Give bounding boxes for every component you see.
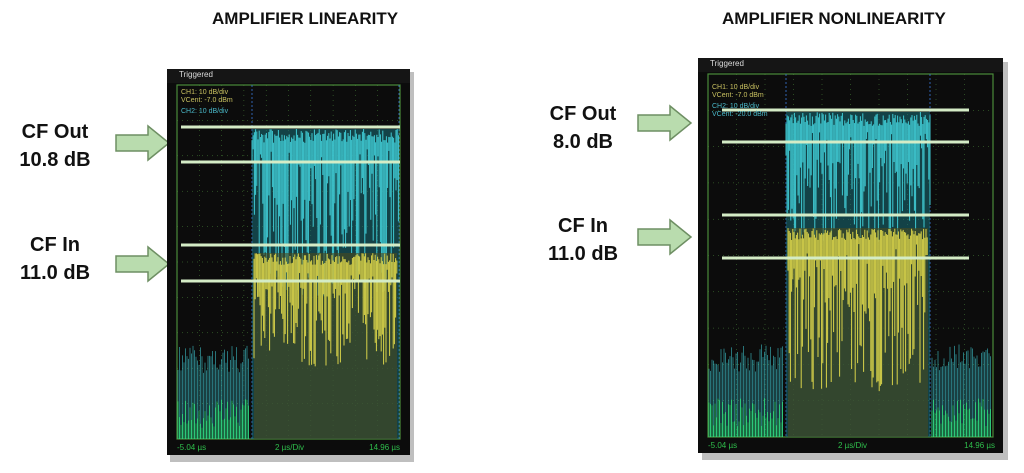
- x-end: 14.96 µs: [964, 441, 995, 450]
- right-cf-out-label-group: CF Out 8.0 dB: [528, 100, 638, 156]
- ch1-scale: CH1: 10 dB/div: [712, 84, 760, 91]
- cf-out-value: 10.8 dB: [19, 149, 91, 171]
- cf-out-label: CF Out: [21, 121, 89, 143]
- left-cf-in-arrow-icon: [115, 245, 171, 283]
- cf-in-label: CF In: [558, 215, 608, 237]
- cf-in-value: 11.0 dB: [547, 243, 619, 265]
- left-cf-out-arrow-icon: [115, 124, 171, 162]
- left-panel-title: AMPLIFIER LINEARITY: [212, 9, 399, 28]
- ch1-scale: CH1: 10 dB/div: [181, 89, 229, 96]
- cf-out-label: CF Out: [549, 103, 617, 125]
- right-time-axis: -5.04 µs 2 µs/Div 14.96 µs: [698, 439, 1003, 453]
- left-cf-out-label-group: CF Out 10.8 dB: [0, 118, 110, 174]
- ch2-scale: CH2: 10 dB/div: [712, 103, 760, 110]
- left-oscilloscope-screen: Triggered CH1: 10 dB/div VCent: -7.0 dBm…: [167, 69, 410, 455]
- right-oscilloscope-screen: Triggered CH1: 10 dB/div VCent: -7.0 dBm…: [698, 58, 1003, 453]
- ch1-vcent: VCent: -7.0 dBm: [712, 92, 764, 99]
- right-cf-out-arrow-icon: [637, 104, 693, 142]
- ch1-vcent: VCent: -7.0 dBm: [181, 97, 233, 104]
- cf-in-value: 11.0 dB: [19, 262, 91, 284]
- right-cf-in-arrow-icon: [637, 218, 693, 256]
- cf-in-label: CF In: [30, 234, 80, 256]
- right-channel-info: CH1: 10 dB/div VCent: -7.0 dBm CH2: 10 d…: [712, 84, 768, 119]
- left-scope-traces: [176, 84, 401, 440]
- x-end: 14.96 µs: [369, 443, 400, 452]
- x-scale: 2 µs/Div: [275, 443, 305, 452]
- left-time-axis: -5.04 µs 2 µs/Div 14.96 µs: [167, 441, 410, 455]
- x-start: -5.04 µs: [708, 441, 738, 450]
- cf-out-value: 8.0 dB: [552, 131, 614, 153]
- right-panel-title: AMPLIFIER NONLINEARITY: [722, 9, 946, 28]
- x-scale: 2 µs/Div: [838, 441, 868, 450]
- ch2-scale: CH2: 10 dB/div: [181, 108, 229, 115]
- right-cf-in-label-group: CF In 11.0 dB: [528, 212, 638, 268]
- left-channel-info: CH1: 10 dB/div VCent: -7.0 dBm CH2: 10 d…: [181, 89, 233, 116]
- x-start: -5.04 µs: [177, 443, 207, 452]
- left-cf-in-label-group: CF In 11.0 dB: [0, 231, 110, 287]
- ch2-vcent: VCent: -20.0 dBm: [712, 111, 768, 118]
